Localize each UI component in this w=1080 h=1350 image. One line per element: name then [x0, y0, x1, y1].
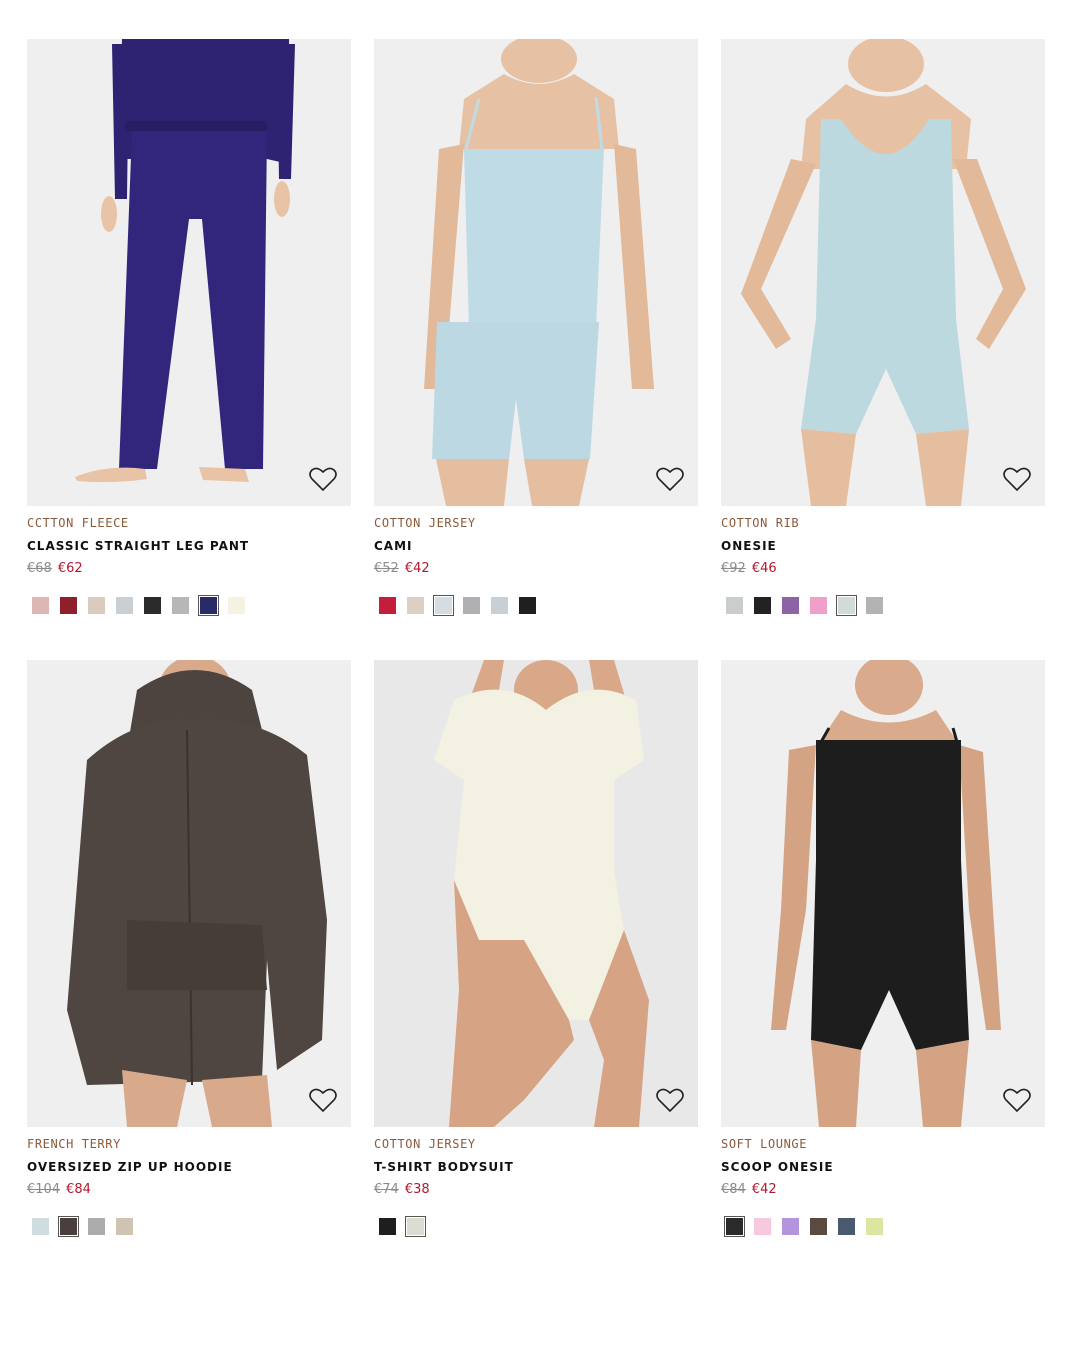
wishlist-heart-icon[interactable]	[656, 466, 684, 492]
color-swatches	[721, 595, 1045, 616]
product-material: FRENCH TERRY	[27, 1137, 121, 1151]
model-figure-image	[721, 39, 1045, 506]
original-price: €68	[27, 561, 52, 576]
wishlist-heart-icon[interactable]	[656, 1087, 684, 1113]
color-swatch[interactable]	[32, 1218, 49, 1235]
product-prices: €92 €46	[721, 561, 1045, 577]
color-swatch[interactable]	[754, 1218, 771, 1235]
color-swatch[interactable]	[838, 1218, 855, 1235]
product-card-scoop-onesie[interactable]: SOFT LOUNGE SCOOP ONESIE €84 €42	[721, 660, 1045, 1251]
wishlist-heart-icon[interactable]	[1003, 1087, 1031, 1113]
color-swatch[interactable]	[172, 597, 189, 614]
color-swatch[interactable]	[116, 1218, 133, 1235]
color-swatch[interactable]	[782, 597, 799, 614]
product-material: COTTON JERSEY	[374, 1137, 476, 1151]
color-swatch[interactable]	[810, 597, 827, 614]
color-swatch[interactable]	[407, 597, 424, 614]
model-figure-image	[721, 660, 1045, 1127]
product-image[interactable]	[721, 39, 1045, 506]
wishlist-heart-icon[interactable]	[1003, 466, 1031, 492]
sale-price: €42	[404, 561, 430, 576]
sale-price: €62	[57, 561, 83, 576]
color-swatch[interactable]	[866, 1218, 883, 1235]
model-figure-image	[27, 660, 351, 1127]
original-price: €92	[721, 561, 746, 576]
color-swatches	[374, 595, 698, 616]
color-swatch[interactable]	[60, 597, 77, 614]
color-swatch[interactable]	[754, 597, 771, 614]
color-swatch[interactable]	[228, 597, 245, 614]
color-swatch[interactable]	[810, 1218, 827, 1235]
product-image[interactable]	[374, 660, 698, 1127]
wishlist-heart-icon[interactable]	[309, 1087, 337, 1113]
color-swatches	[374, 1216, 698, 1237]
color-swatch[interactable]	[198, 595, 219, 616]
product-name[interactable]: SCOOP ONESIE	[721, 1160, 1045, 1175]
color-swatch[interactable]	[726, 597, 743, 614]
color-swatch[interactable]	[491, 597, 508, 614]
color-swatch[interactable]	[433, 595, 454, 616]
original-price: €104	[27, 1182, 61, 1197]
product-name[interactable]: T-SHIRT BODYSUIT	[374, 1160, 698, 1175]
color-swatch[interactable]	[144, 597, 161, 614]
product-card-t-shirt-bodysuit[interactable]: COTTON JERSEY T-SHIRT BODYSUIT €74 €38	[374, 660, 698, 1251]
color-swatch[interactable]	[58, 1216, 79, 1237]
model-figure-image	[374, 660, 698, 1127]
color-swatch[interactable]	[88, 597, 105, 614]
color-swatch[interactable]	[782, 1218, 799, 1235]
product-prices: €68 €62	[27, 561, 351, 577]
sale-price: €38	[404, 1182, 430, 1197]
product-card-classic-straight-leg-pant[interactable]: CCTTON FLEECE CLASSIC STRAIGHT LEG PANT …	[27, 39, 351, 630]
product-material: SOFT LOUNGE	[721, 1137, 808, 1151]
product-image[interactable]	[721, 660, 1045, 1127]
original-price: €84	[721, 1182, 746, 1197]
wishlist-heart-icon[interactable]	[309, 466, 337, 492]
color-swatch[interactable]	[463, 597, 480, 614]
product-name[interactable]: CLASSIC STRAIGHT LEG PANT	[27, 539, 351, 554]
product-name[interactable]: OVERSIZED ZIP UP HOODIE	[27, 1160, 351, 1175]
product-prices: €84 €42	[721, 1182, 1045, 1198]
product-prices: €104 €84	[27, 1182, 351, 1198]
product-image[interactable]	[27, 660, 351, 1127]
original-price: €74	[374, 1182, 399, 1197]
color-swatch[interactable]	[519, 597, 536, 614]
product-material: COTTON JERSEY	[374, 516, 476, 530]
sale-price: €84	[66, 1182, 91, 1197]
model-figure-image	[374, 39, 698, 506]
color-swatch[interactable]	[379, 1218, 396, 1235]
color-swatches	[27, 595, 351, 616]
product-card-onesie[interactable]: COTTON RIB ONESIE €92 €46	[721, 39, 1045, 630]
model-figure-image	[27, 39, 351, 506]
color-swatch[interactable]	[116, 597, 133, 614]
color-swatches	[27, 1216, 351, 1237]
color-swatch[interactable]	[836, 595, 857, 616]
color-swatch[interactable]	[88, 1218, 105, 1235]
product-card-oversized-zip-up-hoodie[interactable]: FRENCH TERRY OVERSIZED ZIP UP HOODIE €10…	[27, 660, 351, 1251]
color-swatch[interactable]	[724, 1216, 745, 1237]
product-prices: €74 €38	[374, 1182, 698, 1198]
color-swatch[interactable]	[866, 597, 883, 614]
product-name[interactable]: CAMI	[374, 539, 698, 554]
product-grid: CCTTON FLEECE CLASSIC STRAIGHT LEG PANT …	[27, 39, 1047, 1251]
sale-price: €46	[751, 561, 777, 576]
product-name[interactable]: ONESIE	[721, 539, 1045, 554]
color-swatch[interactable]	[32, 597, 49, 614]
original-price: €52	[374, 561, 399, 576]
product-material: COTTON RIB	[721, 516, 800, 530]
product-card-cami[interactable]: COTTON JERSEY CAMI €52 €42	[374, 39, 698, 630]
product-image[interactable]	[27, 39, 351, 506]
color-swatches	[721, 1216, 1045, 1237]
sale-price: €42	[751, 1182, 777, 1197]
color-swatch[interactable]	[405, 1216, 426, 1237]
color-swatch[interactable]	[379, 597, 396, 614]
product-material: CCTTON FLEECE	[27, 516, 129, 530]
product-prices: €52 €42	[374, 561, 698, 577]
product-image[interactable]	[374, 39, 698, 506]
